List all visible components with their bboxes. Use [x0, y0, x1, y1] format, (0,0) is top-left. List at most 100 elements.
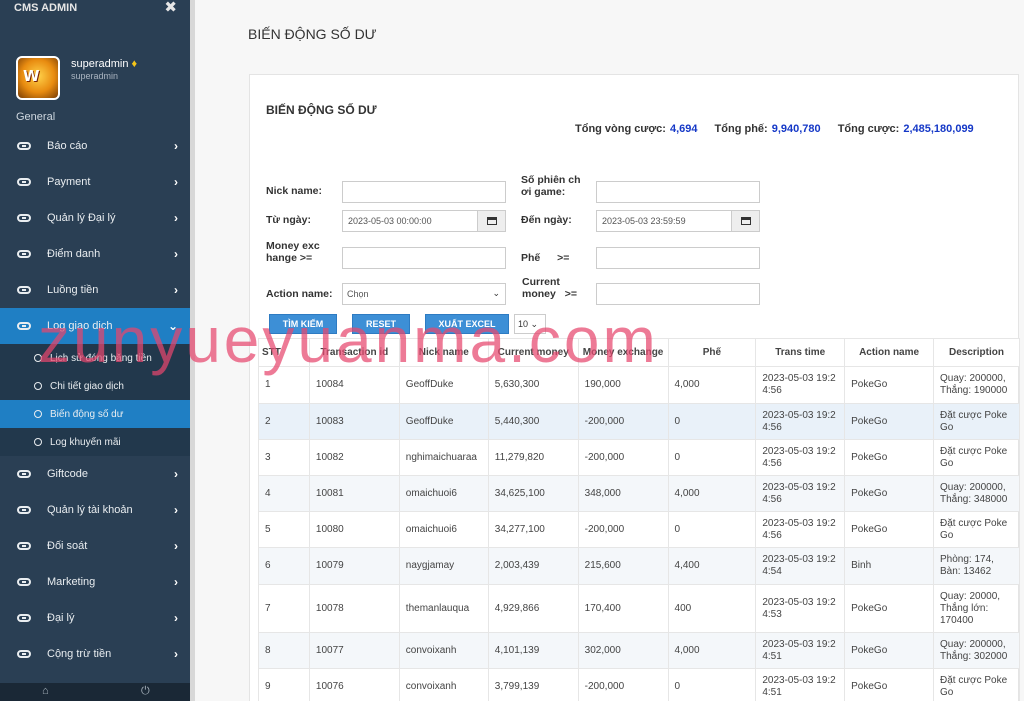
- table-cell: 5,630,300: [487, 366, 579, 404]
- sidebar-item-label: Cộng trừ tiền: [47, 648, 112, 660]
- submenu-item-lich-su-dong-bang[interactable]: Lịch sử đóng băng tiền: [0, 344, 190, 372]
- total-cuoc-label: Tổng cược:: [837, 123, 900, 135]
- power-icon[interactable]: ⏻: [141, 685, 150, 698]
- table-cell: 2023-05-03 19:2 4:56: [755, 366, 846, 404]
- column-header[interactable]: STT: [258, 338, 310, 367]
- link-icon: [17, 322, 31, 330]
- sidebar-item-quan-ly-dai-ly[interactable]: Quản lý Đại lý ›: [0, 200, 190, 236]
- table-cell: 4,000: [667, 366, 757, 404]
- table-cell: 4,400: [667, 547, 757, 585]
- chevron-right-icon: ›: [174, 211, 178, 225]
- sidebar-item-log-giao-dich[interactable]: Log giao dịch ⌄: [0, 308, 190, 344]
- table-cell: PokeGo: [844, 475, 934, 512]
- column-header[interactable]: Action name: [844, 338, 934, 367]
- table-cell: 10082: [308, 439, 400, 476]
- table-cell: Đặt cược Poke Go: [933, 439, 1020, 476]
- table-cell: 4,929,866: [487, 584, 579, 633]
- table-cell: Đặt cược Poke Go: [933, 403, 1020, 440]
- money-exchange-input[interactable]: [342, 247, 506, 269]
- sidebar-item-dai-ly[interactable]: Đại lý ›: [0, 600, 190, 636]
- table-cell: 5,440,300: [487, 403, 579, 440]
- link-icon: [17, 214, 31, 222]
- table-row[interactable]: 9 10076 convoixanh 3,799,139 -200,000 0 2023-0…: [258, 668, 1020, 701]
- table-row[interactable]: 4 10081 omaichuoi6 34,625,100 348,000 4,000 20…: [258, 475, 1020, 512]
- sidebar-item-cong-tru-tien[interactable]: Cộng trừ tiền ›: [0, 636, 190, 672]
- column-header[interactable]: Transaction id: [308, 338, 400, 367]
- chevron-right-icon: ›: [174, 503, 178, 517]
- sidebar-item-diem-danh[interactable]: Điểm danh ›: [0, 236, 190, 272]
- table-cell: 3: [258, 439, 310, 476]
- profile: W superadmin ♦ superadmin: [0, 18, 190, 100]
- link-icon: [17, 650, 31, 658]
- circle-icon: [34, 382, 42, 390]
- reset-button[interactable]: RESET: [352, 314, 410, 334]
- table-cell: 4,000: [667, 632, 757, 669]
- to-date-input[interactable]: 2023-05-03 23:59:59: [596, 210, 732, 232]
- table-row[interactable]: 6 10079 naygjamay 2,003,439 215,600 4,400 2023…: [258, 547, 1020, 585]
- phe-input[interactable]: [596, 247, 760, 269]
- column-header[interactable]: Trans time: [755, 338, 846, 367]
- column-header[interactable]: Money exchange: [577, 338, 669, 367]
- submenu-item-bien-dong-so-du[interactable]: Biến động số dư: [0, 400, 190, 428]
- sidebar-item-bao-cao[interactable]: Báo cáo ›: [0, 128, 190, 164]
- table-row[interactable]: 1 10084 GeoffDuke 5,630,300 190,000 4,000 2023…: [258, 366, 1020, 404]
- from-date-input[interactable]: 2023-05-03 00:00:00: [342, 210, 478, 232]
- avatar: W: [16, 56, 60, 100]
- submenu-item-chi-tiet-giao-dich[interactable]: Chi tiết giao dịch: [0, 372, 190, 400]
- circle-icon: [34, 354, 42, 362]
- sidebar-item-luong-tien[interactable]: Luồng tiền ›: [0, 272, 190, 308]
- brand-title: CMS ADMIN: [14, 2, 78, 14]
- export-excel-button[interactable]: XUẤT EXCEL: [425, 314, 509, 334]
- table-cell: PokeGo: [844, 439, 934, 476]
- table-cell: convoixanh: [398, 668, 489, 701]
- table-row[interactable]: 7 10078 themanlauqua 4,929,866 170,400 400 202…: [258, 584, 1020, 633]
- column-header[interactable]: Current money: [487, 338, 579, 367]
- submenu-item-label: Biến động số dư: [50, 408, 124, 420]
- table-cell: 4: [258, 475, 310, 512]
- link-icon: [17, 542, 31, 550]
- submenu-item-log-khuyen-mai[interactable]: Log khuyến mãi: [0, 428, 190, 456]
- circle-icon: [34, 410, 42, 418]
- panel-title: BIẾN ĐỘNG SỐ DƯ: [266, 103, 377, 117]
- table-row[interactable]: 2 10083 GeoffDuke 5,440,300 -200,000 0 2023-05…: [258, 403, 1020, 440]
- table-row[interactable]: 3 10082 nghimaichuaraa 11,279,820 -200,000 0 2…: [258, 439, 1020, 476]
- sidebar: CMS ADMIN ✖ W superadmin ♦ superadmin Gen…: [0, 0, 190, 701]
- column-header[interactable]: Description: [933, 338, 1020, 367]
- table-cell: PokeGo: [844, 403, 934, 440]
- total-vong-cuoc-label: Tổng vòng cược:: [575, 123, 666, 135]
- session-input[interactable]: [596, 181, 760, 203]
- close-icon[interactable]: ✖: [164, 0, 177, 16]
- sidebar-scrollbar[interactable]: [190, 0, 195, 701]
- table-cell: 2,003,439: [487, 547, 579, 585]
- link-icon: [17, 470, 31, 478]
- sidebar-footer: ⌂ ⏻: [0, 683, 190, 701]
- table-row[interactable]: 5 10080 omaichuoi6 34,277,100 -200,000 0 2023-…: [258, 511, 1020, 548]
- column-header[interactable]: Phế: [667, 338, 757, 367]
- sidebar-item-quan-ly-tai-khoan[interactable]: Quản lý tài khoản ›: [0, 492, 190, 528]
- table-cell: 400: [667, 584, 757, 633]
- current-money-input[interactable]: [596, 283, 760, 305]
- sidebar-item-giftcode[interactable]: Giftcode ›: [0, 456, 190, 492]
- table-cell: 34,625,100: [487, 475, 579, 512]
- calendar-icon[interactable]: [731, 210, 760, 232]
- table-cell: 2: [258, 403, 310, 440]
- calendar-icon[interactable]: [477, 210, 506, 232]
- table-cell: 10079: [308, 547, 400, 585]
- phe-label: Phế >=: [521, 252, 570, 264]
- sidebar-item-marketing[interactable]: Marketing ›: [0, 564, 190, 600]
- page-size-select[interactable]: 10 ⌄: [514, 314, 546, 334]
- action-name-select[interactable]: Chọn ⌄: [342, 283, 506, 305]
- nick-name-input[interactable]: [342, 181, 506, 203]
- table-row[interactable]: 8 10077 convoixanh 4,101,139 302,000 4,000 202…: [258, 632, 1020, 669]
- sidebar-item-doi-soat[interactable]: Đối soát ›: [0, 528, 190, 564]
- table-cell: convoixanh: [398, 632, 489, 669]
- table-cell: nghimaichuaraa: [398, 439, 489, 476]
- table-cell: Phòng: 174, Bàn: 13462: [933, 547, 1020, 585]
- sidebar-item-payment[interactable]: Payment ›: [0, 164, 190, 200]
- sidebar-menu: Báo cáo › Payment › Quản lý Đại lý › Điểm d…: [0, 128, 190, 672]
- column-header[interactable]: Nick name: [398, 338, 489, 367]
- home-icon[interactable]: ⌂: [42, 685, 49, 697]
- search-button[interactable]: TÌM KIẾM: [269, 314, 337, 334]
- table-cell: 8: [258, 632, 310, 669]
- table-cell: 215,600: [577, 547, 669, 585]
